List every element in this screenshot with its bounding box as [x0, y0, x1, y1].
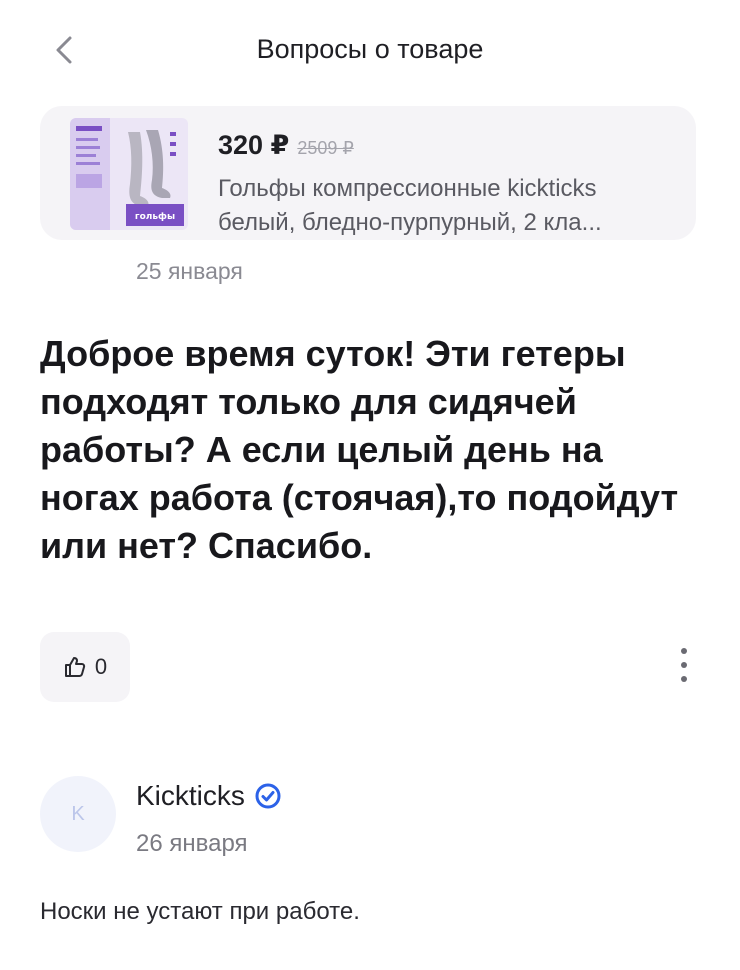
seller-header: Kickticks [136, 780, 281, 812]
thumbs-up-icon [64, 657, 85, 677]
avatar-letter: K [71, 802, 85, 825]
seller-avatar: K [40, 776, 116, 852]
page-title: Вопросы о товаре [256, 34, 484, 64]
product-title-line-1: Гольфы компрессионные kickticks [218, 175, 597, 202]
question-text: Доброе время суток! Эти гетеры подходят … [40, 333, 679, 566]
more-dot-icon [681, 676, 687, 682]
price-row: 320 ₽ 2509 ₽ [218, 130, 354, 161]
more-dot-icon [681, 648, 687, 654]
verified-check-icon [255, 783, 281, 809]
more-dot-icon [681, 662, 687, 668]
product-title: Гольфы компрессионные kickticks белый, б… [218, 172, 718, 240]
product-image: гольфы [70, 118, 188, 230]
thumb-brand-text: гольфы [135, 212, 175, 222]
answer-text: Носки не устают при работе. [40, 898, 360, 925]
top-bar: Вопросы о товаре [0, 18, 740, 82]
seller-name: Kickticks [136, 780, 245, 811]
product-card[interactable]: гольфы 320 ₽ 2509 ₽ Гольфы компрессионны… [40, 106, 696, 240]
answer-date: 26 января [136, 830, 248, 857]
like-count: 0 [94, 654, 108, 679]
old-price: 2509 ₽ [297, 138, 354, 158]
current-price: 320 ₽ [218, 130, 290, 160]
more-options-button[interactable] [668, 642, 700, 688]
product-title-line-2: белый, бледно-пурпурный, 2 кла... [218, 209, 602, 236]
like-button[interactable]: 0 [40, 632, 130, 702]
question-date: 25 января [136, 262, 243, 284]
